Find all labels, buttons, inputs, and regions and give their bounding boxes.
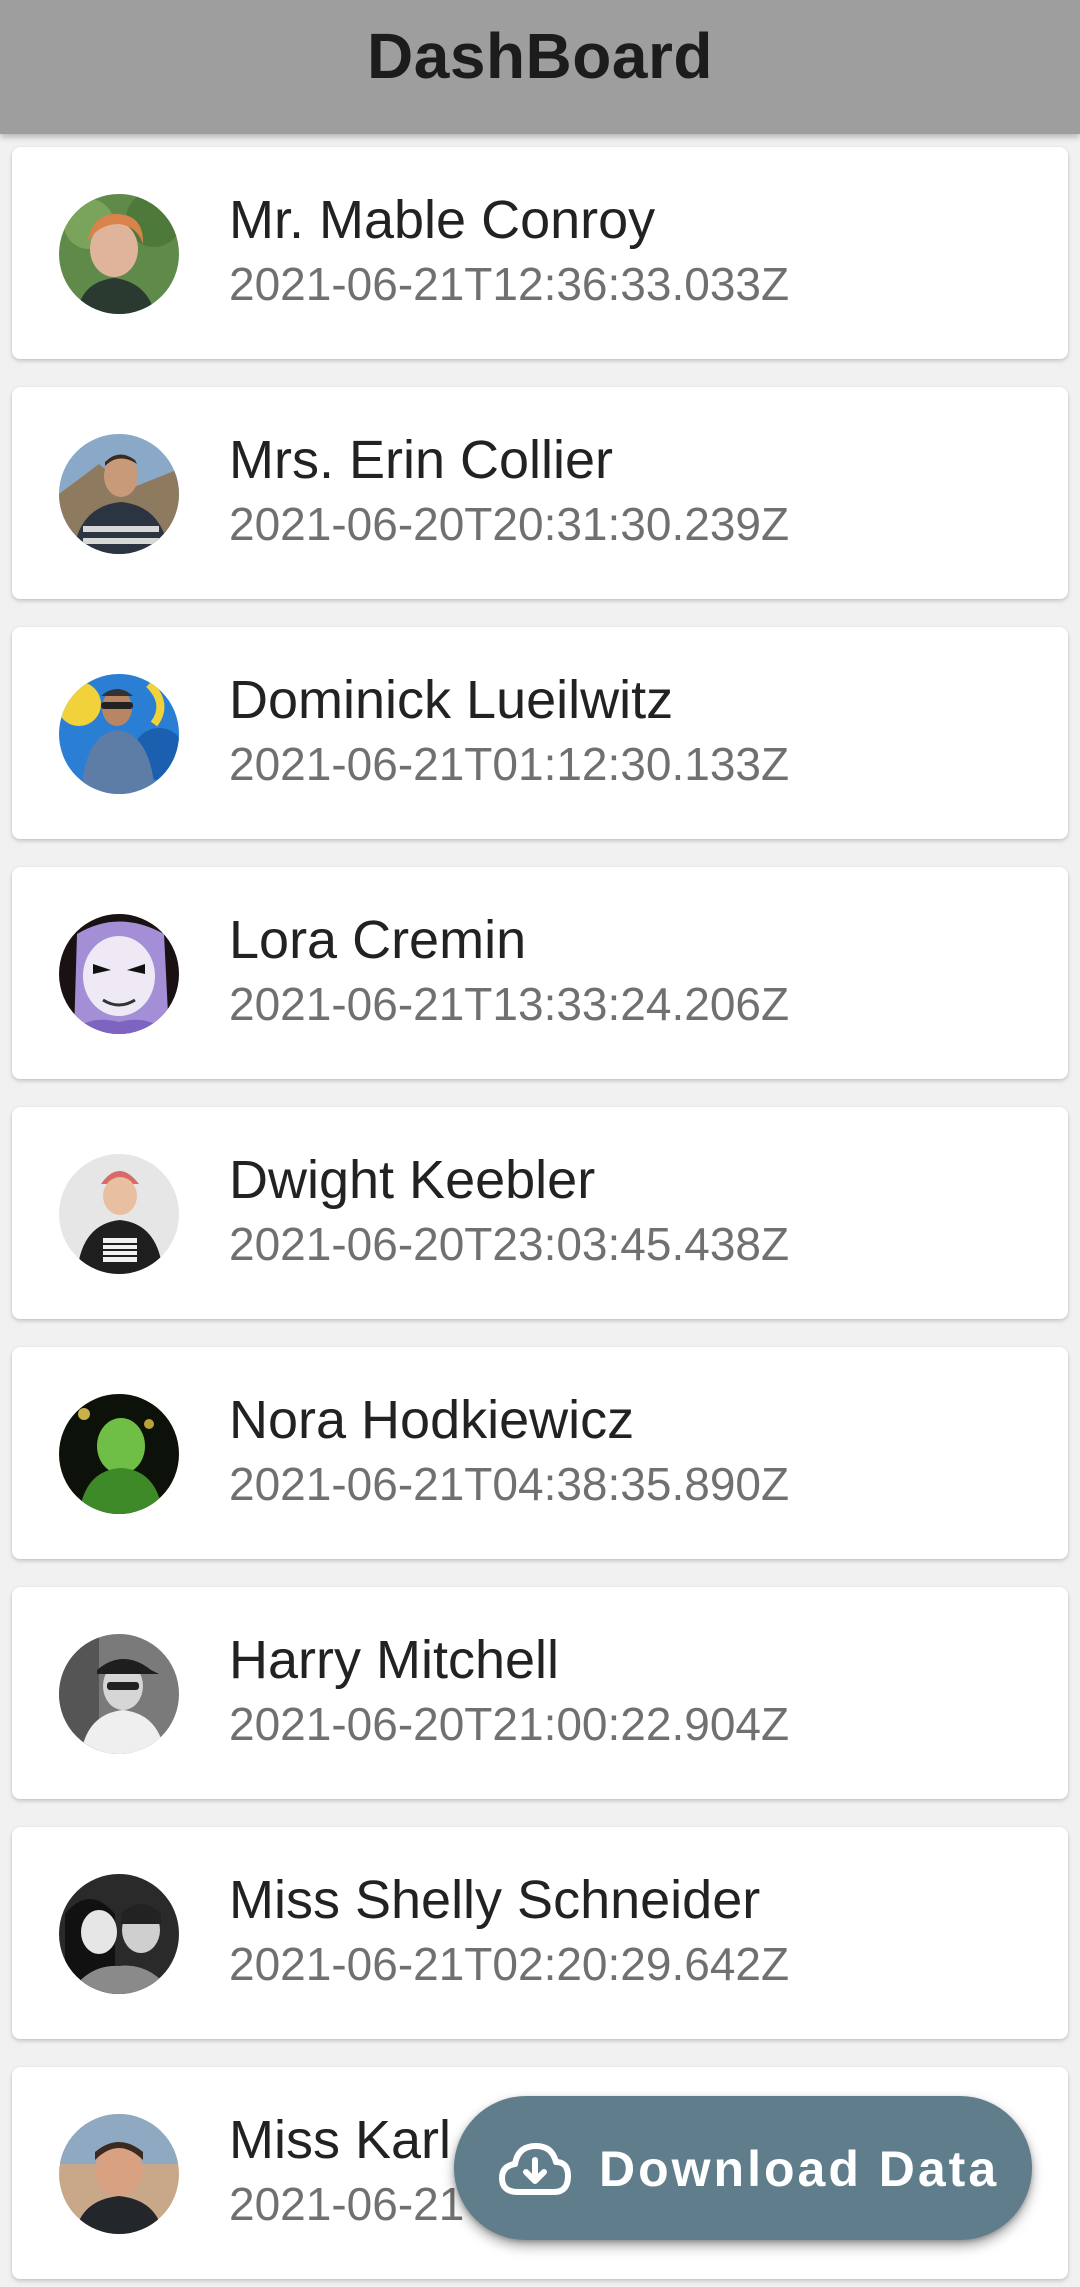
user-timestamp: 2021-06-21T12:36:33.033Z	[229, 258, 790, 310]
avatar	[59, 434, 179, 554]
user-name: Miss Karl	[229, 2110, 452, 2170]
user-card[interactable]: Mrs. Erin Collier 2021-06-20T20:31:30.23…	[12, 387, 1068, 599]
user-name: Mrs. Erin Collier	[229, 430, 614, 490]
user-timestamp: 2021-06-21T02:20:29.642Z	[229, 1938, 790, 1990]
avatar	[59, 674, 179, 794]
user-card[interactable]: Nora Hodkiewicz 2021-06-21T04:38:35.890Z	[12, 1347, 1068, 1559]
user-card[interactable]: Mr. Mable Conroy 2021-06-21T12:36:33.033…	[12, 147, 1068, 359]
user-name: Dominick Lueilwitz	[229, 670, 674, 730]
user-name: Miss Shelly Schneider	[229, 1870, 761, 1930]
avatar	[59, 1874, 179, 1994]
cloud-download-icon	[499, 2143, 571, 2195]
user-timestamp: 2021-06-21T04:38:35.890Z	[229, 1458, 790, 1510]
user-name: Lora Cremin	[229, 910, 527, 970]
user-card[interactable]: Lora Cremin 2021-06-21T13:33:24.206Z	[12, 867, 1068, 1079]
user-name: Mr. Mable Conroy	[229, 190, 656, 250]
user-timestamp: 2021-06-20T20:31:30.239Z	[229, 498, 790, 550]
user-name: Harry Mitchell	[229, 1630, 560, 1690]
user-name: Nora Hodkiewicz	[229, 1390, 635, 1450]
user-card[interactable]: Dominick Lueilwitz 2021-06-21T01:12:30.1…	[12, 627, 1068, 839]
app-screen: DashBoard Mr. Mable Conroy 2021-06-21T12…	[0, 0, 1080, 2287]
user-timestamp: 2021-06-20T23:03:45.438Z	[229, 1218, 790, 1270]
user-list[interactable]: Mr. Mable Conroy 2021-06-21T12:36:33.033…	[0, 134, 1080, 2287]
avatar	[59, 1394, 179, 1514]
user-timestamp: 2021-06-21T13:33:24.206Z	[229, 978, 790, 1030]
avatar	[59, 914, 179, 1034]
user-timestamp: 2021-06-20T21:00:22.904Z	[229, 1698, 790, 1750]
download-data-label: Download Data	[599, 2141, 1000, 2197]
app-bar: DashBoard	[0, 0, 1080, 134]
avatar	[59, 1154, 179, 1274]
avatar	[59, 194, 179, 314]
user-card[interactable]: Miss Shelly Schneider 2021-06-21T02:20:2…	[12, 1827, 1068, 2039]
user-card[interactable]: Dwight Keebler 2021-06-20T23:03:45.438Z	[12, 1107, 1068, 1319]
user-name: Dwight Keebler	[229, 1150, 596, 1210]
user-timestamp: 2021-06-21	[229, 2178, 465, 2230]
avatar	[59, 2114, 179, 2234]
download-data-button[interactable]: Download Data	[454, 2096, 1032, 2240]
page-title: DashBoard	[367, 20, 713, 92]
user-card[interactable]: Harry Mitchell 2021-06-20T21:00:22.904Z	[12, 1587, 1068, 1799]
avatar	[59, 1634, 179, 1754]
user-timestamp: 2021-06-21T01:12:30.133Z	[229, 738, 790, 790]
